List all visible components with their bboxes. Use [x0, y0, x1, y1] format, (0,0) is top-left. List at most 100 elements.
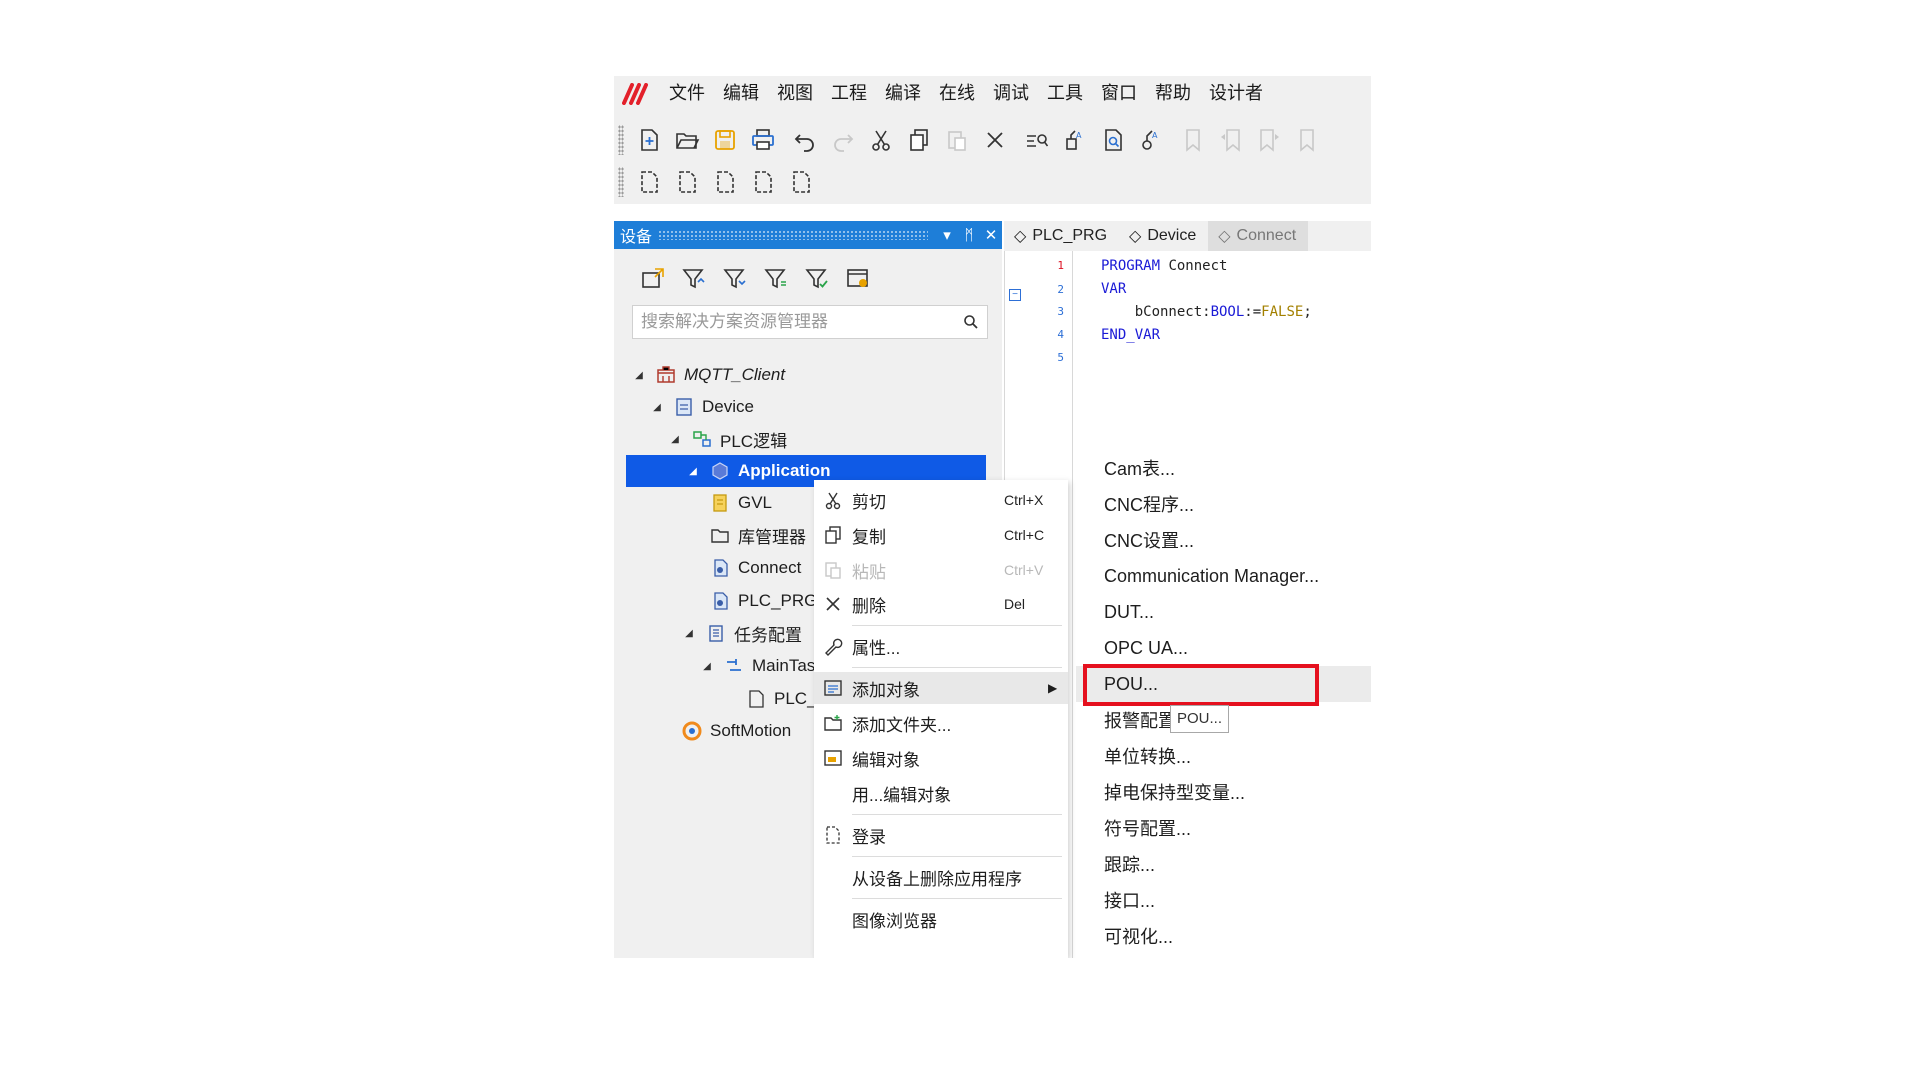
code-keyword: VAR — [1101, 281, 1127, 297]
expand-toggle-icon[interactable]: ◢ — [682, 628, 696, 639]
menu-cut[interactable]: 剪切 Ctrl+X — [814, 484, 1068, 516]
filter-list-icon[interactable] — [755, 261, 796, 297]
redo-icon[interactable] — [824, 122, 862, 158]
doc5-icon[interactable] — [782, 164, 820, 200]
expand-all-icon[interactable] — [632, 261, 673, 297]
copy-icon[interactable] — [900, 122, 938, 158]
menu-properties[interactable]: 属性... — [814, 630, 1068, 662]
menu-designer[interactable]: 设计者 — [1200, 76, 1272, 112]
new-project-icon[interactable] — [630, 122, 668, 158]
search-input[interactable] — [633, 312, 955, 332]
tree-node-task-config[interactable]: ◢ 任务配置 — [682, 617, 802, 649]
paste-icon[interactable] — [938, 122, 976, 158]
menu-build[interactable]: 编译 — [876, 76, 930, 112]
tooltip: POU... — [1170, 705, 1230, 733]
search-icon[interactable] — [955, 314, 987, 330]
menu-edit[interactable]: 编辑 — [714, 76, 768, 112]
bookmark-next-icon[interactable] — [1250, 122, 1288, 158]
menu-view[interactable]: 视图 — [768, 76, 822, 112]
menu-add-object[interactable]: 添加对象 ▶ — [814, 672, 1068, 704]
submenu-cnc-program[interactable]: CNC程序... — [1076, 486, 1371, 522]
menu-add-folder[interactable]: 添加文件夹... — [814, 707, 1068, 739]
fold-toggle-icon[interactable]: − — [1009, 289, 1021, 301]
menu-edit-object[interactable]: 编辑对象 — [814, 742, 1068, 774]
expand-toggle-icon[interactable]: ◢ — [632, 370, 646, 381]
menu-edit-with[interactable]: 用...编辑对象 — [814, 777, 1068, 809]
submenu-opc-ua[interactable]: OPC UA... — [1076, 630, 1371, 666]
find-icon[interactable] — [1018, 122, 1056, 158]
close-icon[interactable]: ✕ — [980, 226, 1002, 244]
tab-plc-prg[interactable]: ◇ PLC_PRG — [1004, 221, 1119, 251]
tree-node-softmotion[interactable]: SoftMotion — [672, 715, 791, 747]
print-icon[interactable] — [744, 122, 782, 158]
save-project-icon[interactable] — [706, 122, 744, 158]
expand-toggle-icon[interactable]: ◢ — [668, 434, 682, 445]
open-project-icon[interactable] — [668, 122, 706, 158]
menu-tools[interactable]: 工具 — [1038, 76, 1092, 112]
filter-icon[interactable] — [673, 261, 714, 297]
code-identifier: bConnect: — [1101, 304, 1211, 320]
tree-node-device[interactable]: ◢ Device — [650, 391, 754, 423]
menu-project[interactable]: 工程 — [822, 76, 876, 112]
menu-separator — [852, 856, 1062, 857]
bookmark-clear-icon[interactable] — [1288, 122, 1326, 158]
plc-logic-icon — [690, 427, 714, 451]
menu-remove-app[interactable]: 从设备上删除应用程序 — [814, 861, 1068, 893]
menu-file[interactable]: 文件 — [660, 76, 714, 112]
menu-image-browser[interactable]: 图像浏览器 — [814, 903, 1068, 935]
cut-icon[interactable] — [862, 122, 900, 158]
dropdown-icon[interactable]: ▾ — [936, 226, 958, 244]
tree-node-plc-prg[interactable]: PLC_PRG — [700, 585, 817, 617]
menu-online[interactable]: 在线 — [930, 76, 984, 112]
replace-in-file-icon[interactable]: A — [1132, 122, 1170, 158]
filter-check-icon[interactable] — [796, 261, 837, 297]
pin-icon[interactable]: ᛗ — [958, 226, 980, 244]
toolbar-grip-2[interactable] — [618, 167, 624, 197]
submenu-symbol-config[interactable]: 符号配置... — [1076, 810, 1371, 846]
tree-node-gvl[interactable]: GVL — [700, 487, 772, 519]
delete-icon[interactable] — [976, 122, 1014, 158]
menu-copy[interactable]: 复制 Ctrl+C — [814, 519, 1068, 551]
tree-node-plc-logic[interactable]: ◢ PLC逻辑 — [668, 423, 787, 455]
submenu-unit-conversion[interactable]: 单位转换... — [1076, 738, 1371, 774]
panel-drag-handle[interactable] — [658, 230, 928, 240]
doc1-icon[interactable] — [630, 164, 668, 200]
menu-help[interactable]: 帮助 — [1146, 76, 1200, 112]
device-window-icon[interactable] — [837, 261, 878, 297]
submenu-interface[interactable]: 接口... — [1076, 882, 1371, 918]
filter-down-icon[interactable] — [714, 261, 755, 297]
tab-connect[interactable]: ◇ Connect — [1208, 221, 1309, 251]
submenu-dut[interactable]: DUT... — [1076, 594, 1371, 630]
doc3-icon[interactable] — [706, 164, 744, 200]
submenu-cam-table[interactable]: Cam表... — [1076, 450, 1371, 486]
expand-toggle-icon[interactable]: ◢ — [700, 661, 714, 672]
tree-node-connect[interactable]: Connect — [700, 552, 801, 584]
menu-paste[interactable]: 粘贴 Ctrl+V — [814, 554, 1068, 586]
bookmark-icon[interactable] — [1174, 122, 1212, 158]
submenu-communication-manager[interactable]: Communication Manager... — [1076, 558, 1371, 594]
submenu-cnc-settings[interactable]: CNC设置... — [1076, 522, 1371, 558]
toolbar-grip[interactable] — [618, 125, 624, 155]
find-in-file-icon[interactable] — [1094, 122, 1132, 158]
tree-node-maintask[interactable]: ◢ MainTask — [700, 650, 824, 682]
menu-delete[interactable]: 删除 Del — [814, 588, 1068, 620]
bookmark-prev-icon[interactable] — [1212, 122, 1250, 158]
expand-toggle-icon[interactable]: ◢ — [650, 402, 664, 413]
submenu-persistent-vars[interactable]: 掉电保持型变量... — [1076, 774, 1371, 810]
doc2-icon[interactable] — [668, 164, 706, 200]
tree-node-project[interactable]: ◢ MQTT_Client — [632, 359, 785, 391]
tab-device[interactable]: ◇ Device — [1119, 221, 1208, 251]
submenu-visualization[interactable]: 可视化... — [1076, 918, 1371, 954]
add-object-icon — [814, 678, 852, 698]
replace-icon[interactable]: A — [1056, 122, 1094, 158]
menu-debug[interactable]: 调试 — [984, 76, 1038, 112]
expand-toggle-icon[interactable]: ◢ — [686, 466, 700, 477]
menu-login[interactable]: 登录 — [814, 819, 1068, 851]
menu-window[interactable]: 窗口 — [1092, 76, 1146, 112]
menu-label: 粘贴 — [852, 562, 886, 582]
undo-icon[interactable] — [786, 122, 824, 158]
doc4-icon[interactable] — [744, 164, 782, 200]
submenu-trace[interactable]: 跟踪... — [1076, 846, 1371, 882]
line-number: 3 — [1057, 305, 1064, 318]
tree-node-library[interactable]: 库管理器 — [700, 519, 806, 551]
